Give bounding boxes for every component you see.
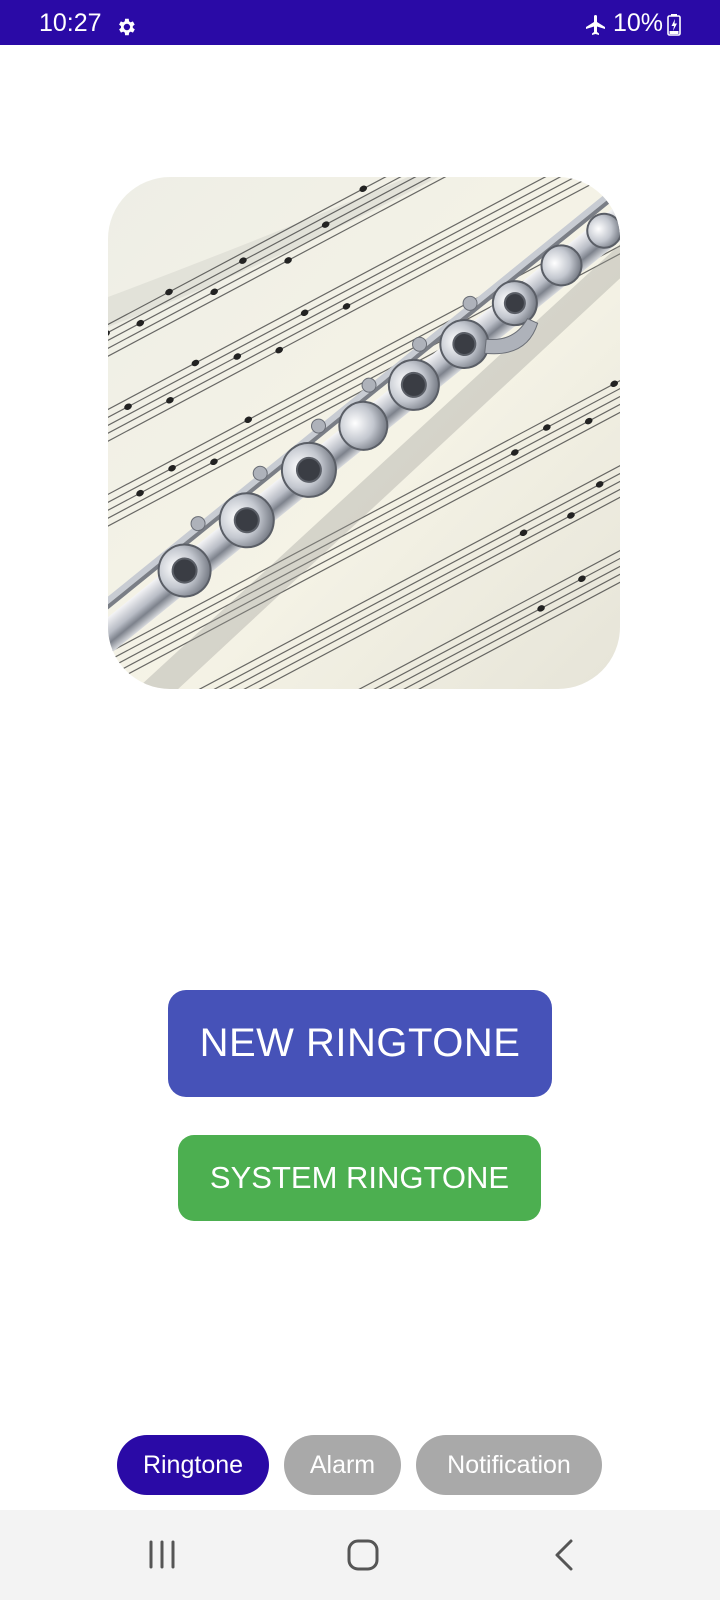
- system-ringtone-button[interactable]: SYSTEM RINGTONE: [178, 1135, 541, 1221]
- tab-ringtone[interactable]: Ringtone: [117, 1435, 269, 1495]
- home-icon[interactable]: [343, 1535, 383, 1575]
- status-time: 10:27: [39, 9, 102, 37]
- new-ringtone-button[interactable]: NEW RINGTONE: [168, 990, 552, 1097]
- flute-on-sheet-music-image: [108, 177, 620, 689]
- status-bar: 10:27 10%: [0, 0, 720, 45]
- tab-notification[interactable]: Notification: [416, 1435, 602, 1495]
- recent-apps-icon[interactable]: [142, 1535, 182, 1575]
- airplane-icon: [586, 15, 605, 35]
- navigation-bar: [0, 1510, 720, 1600]
- back-icon[interactable]: [545, 1535, 585, 1575]
- battery-charging-icon: [667, 14, 681, 36]
- tab-alarm[interactable]: Alarm: [284, 1435, 401, 1495]
- gear-icon: [119, 18, 135, 36]
- battery-percent: 10%: [613, 9, 664, 37]
